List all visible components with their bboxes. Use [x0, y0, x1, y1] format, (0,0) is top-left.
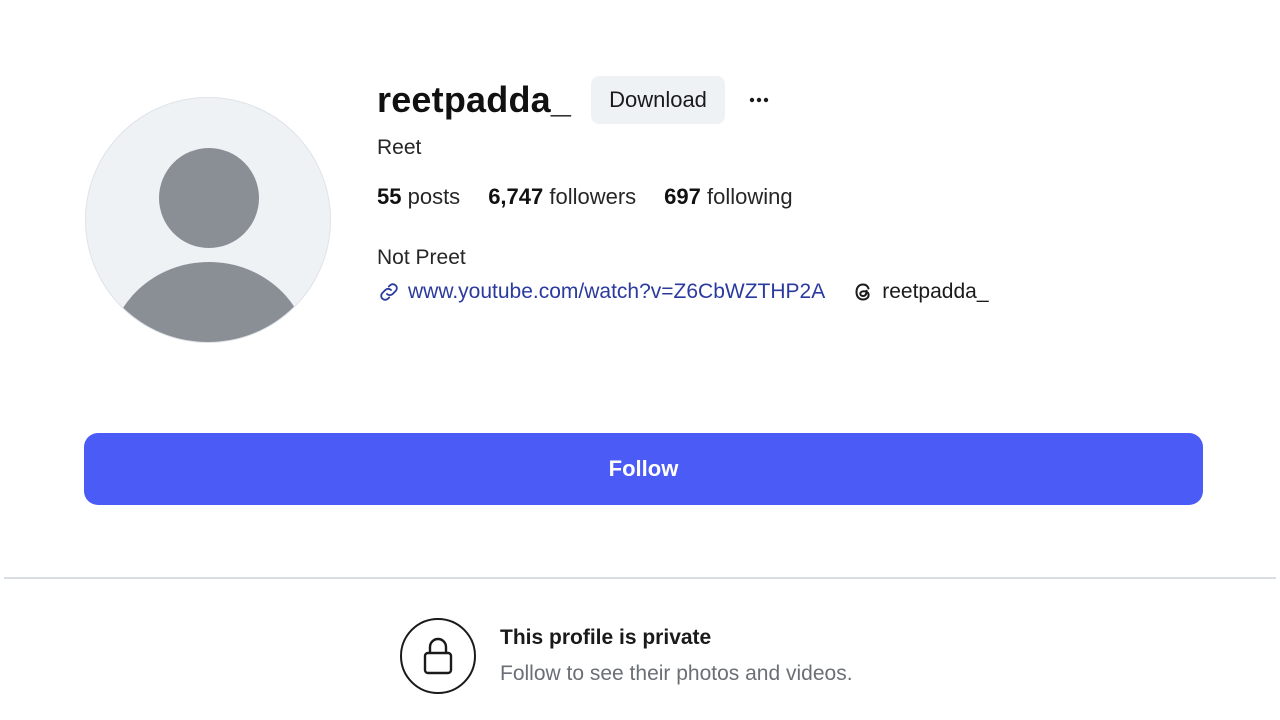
- threads-icon: [851, 280, 875, 304]
- display-name: Reet: [377, 136, 422, 159]
- following-count[interactable]: 697 following: [664, 184, 792, 210]
- following-label: following: [700, 184, 793, 209]
- threads-handle: reetpadda_: [882, 280, 989, 303]
- download-button[interactable]: Download: [591, 76, 725, 124]
- private-profile-notice: This profile is private Follow to see th…: [400, 618, 853, 694]
- lock-badge: [400, 618, 476, 694]
- default-avatar-icon: [110, 148, 308, 342]
- threads-link[interactable]: reetpadda_: [851, 280, 989, 304]
- external-link-text: www.youtube.com/watch?v=Z6CbWZTHP2A: [408, 280, 826, 303]
- posts-number: 55: [377, 184, 402, 209]
- followers-label: followers: [543, 184, 637, 209]
- private-title: This profile is private: [500, 626, 712, 649]
- following-number: 697: [664, 184, 701, 209]
- username: reetpadda_: [377, 79, 572, 120]
- profile-header-row: reetpadda_ Download: [377, 74, 1197, 126]
- section-divider: [4, 577, 1276, 579]
- profile-info: reetpadda_ Download Reet 55 posts 6,747 …: [377, 74, 1197, 304]
- private-subtitle: Follow to see their photos and videos.: [500, 662, 853, 685]
- followers-count[interactable]: 6,747 followers: [488, 184, 636, 210]
- profile-links: www.youtube.com/watch?v=Z6CbWZTHP2A reet…: [377, 280, 1197, 304]
- more-options-button[interactable]: [747, 88, 771, 112]
- bio-text: Not Preet: [377, 246, 466, 269]
- posts-count[interactable]: 55 posts: [377, 184, 460, 210]
- profile-stats: 55 posts 6,747 followers 697 following: [377, 184, 1197, 210]
- link-icon: [377, 280, 401, 304]
- follow-button[interactable]: Follow: [84, 433, 1203, 505]
- avatar[interactable]: [85, 97, 331, 343]
- private-text: This profile is private Follow to see th…: [500, 626, 853, 686]
- profile-page: reetpadda_ Download Reet 55 posts 6,747 …: [0, 0, 1280, 720]
- more-horizontal-icon: [749, 97, 769, 103]
- lock-icon: [423, 637, 453, 675]
- external-link[interactable]: www.youtube.com/watch?v=Z6CbWZTHP2A: [377, 280, 825, 304]
- posts-label: posts: [401, 184, 461, 209]
- followers-number: 6,747: [488, 184, 544, 209]
